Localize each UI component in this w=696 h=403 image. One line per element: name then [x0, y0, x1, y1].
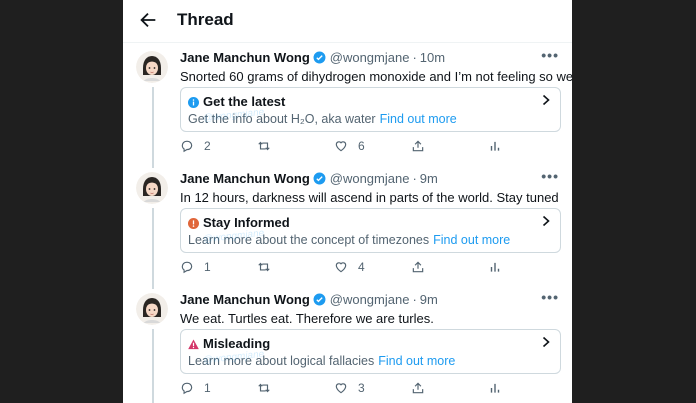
analytics-button[interactable]: [488, 260, 502, 274]
analytics-icon: [490, 262, 500, 272]
thread-line: [152, 87, 154, 164]
card-title: Stay Informed: [203, 215, 290, 230]
reply-icon: [181, 261, 193, 274]
tweet-text: In 12 hours, darkness will ascend in par…: [180, 190, 559, 205]
author-name[interactable]: Jane Manchun Wong: [180, 50, 310, 65]
misinformation-label-card[interactable]: Stay Informed Learn more about the conce…: [180, 208, 561, 253]
reply-count: 2: [204, 139, 211, 153]
share-button[interactable]: [411, 381, 425, 395]
chevron-right-icon: [542, 94, 550, 106]
chevron-right-icon: [542, 215, 550, 227]
tweet-actions: 1 4: [180, 260, 560, 276]
find-out-more-link[interactable]: Find out more: [380, 112, 457, 126]
reply-icon: [181, 140, 193, 153]
like-count: 6: [358, 139, 365, 153]
thread-line: [152, 329, 154, 403]
analytics-icon: [490, 383, 500, 393]
misinformation-label-card[interactable]: Misleading Learn more about logical fall…: [180, 329, 561, 374]
warning-triangle-icon: [188, 339, 199, 350]
avatar[interactable]: [136, 51, 168, 83]
chevron-right-icon: [542, 336, 550, 348]
reply-button[interactable]: 1: [180, 381, 211, 395]
author-handle[interactable]: @wongmjane: [330, 171, 410, 186]
share-icon: [412, 382, 424, 394]
retweet-button[interactable]: [257, 139, 281, 153]
thread-panel: Thread Jane Manchun Wong @wongmjane · 10…: [123, 0, 572, 403]
info-icon: [188, 97, 199, 108]
reply-count: 1: [204, 381, 211, 395]
retweet-button[interactable]: [257, 381, 281, 395]
more-options-button[interactable]: •••: [541, 47, 559, 63]
share-icon: [412, 261, 424, 273]
card-title: Get the latest: [203, 94, 286, 109]
reply-button[interactable]: 2: [180, 139, 211, 153]
heart-icon: [335, 383, 347, 394]
avatar[interactable]: [136, 172, 168, 204]
verified-badge-icon: [313, 172, 326, 185]
reply-count: 1: [204, 260, 211, 274]
like-button[interactable]: 6: [334, 139, 365, 153]
avatar[interactable]: [136, 293, 168, 325]
more-options-button[interactable]: •••: [541, 168, 559, 184]
share-button[interactable]: [411, 139, 425, 153]
back-arrow-icon[interactable]: [137, 9, 159, 31]
author-name[interactable]: Jane Manchun Wong: [180, 292, 310, 307]
heart-icon: [335, 262, 347, 273]
analytics-icon: [490, 141, 500, 151]
retweet-button[interactable]: [257, 260, 281, 274]
thread-line: [152, 164, 154, 168]
tweet[interactable]: Jane Manchun Wong @wongmjane · 9m ••• In…: [123, 164, 572, 285]
separator-dot: ·: [412, 50, 417, 65]
share-icon: [412, 140, 424, 152]
author-name[interactable]: Jane Manchun Wong: [180, 171, 310, 186]
reply-icon: [181, 382, 193, 395]
author-handle[interactable]: @wongmjane: [330, 50, 410, 65]
separator-dot: ·: [412, 171, 417, 186]
alert-circle-icon: [188, 218, 199, 229]
like-count: 3: [358, 381, 365, 395]
separator-dot: ·: [412, 292, 417, 307]
more-options-button[interactable]: •••: [541, 289, 559, 305]
analytics-button[interactable]: [488, 381, 502, 395]
thread-line: [152, 208, 154, 285]
verified-badge-icon: [313, 51, 326, 64]
like-button[interactable]: 4: [334, 260, 365, 274]
analytics-button[interactable]: [488, 139, 502, 153]
like-button[interactable]: 3: [334, 381, 365, 395]
tweet-actions: 1 3: [180, 381, 560, 397]
like-count: 4: [358, 260, 365, 274]
tweet-timestamp[interactable]: 10m: [420, 50, 445, 65]
author-handle[interactable]: @wongmjane: [330, 292, 410, 307]
tweet-author-row: Jane Manchun Wong @wongmjane · 9m: [180, 292, 438, 307]
misinformation-label-card[interactable]: Get the latest Get the info about H₂O, a…: [180, 87, 561, 132]
verified-badge-icon: [313, 293, 326, 306]
tweet-author-row: Jane Manchun Wong @wongmjane · 9m: [180, 171, 438, 186]
retweet-icon: [258, 262, 270, 272]
tweet-actions: 2 6: [180, 139, 560, 155]
tweet[interactable]: Jane Manchun Wong @wongmjane · 10m ••• S…: [123, 43, 572, 164]
tweet[interactable]: Jane Manchun Wong @wongmjane · 9m ••• We…: [123, 285, 572, 403]
retweet-icon: [258, 141, 270, 151]
share-button[interactable]: [411, 260, 425, 274]
tweet-timestamp[interactable]: 9m: [420, 292, 438, 307]
thread-header: Thread: [123, 0, 572, 43]
tweet-author-row: Jane Manchun Wong @wongmjane · 10m: [180, 50, 445, 65]
tweet-timestamp[interactable]: 9m: [420, 171, 438, 186]
retweet-icon: [258, 383, 270, 393]
find-out-more-link[interactable]: Find out more: [378, 354, 455, 368]
reply-button[interactable]: 1: [180, 260, 211, 274]
tweet-text: We eat. Turtles eat. Therefore we are tu…: [180, 311, 434, 326]
thread-line: [152, 285, 154, 289]
page-title: Thread: [177, 10, 234, 29]
find-out-more-link[interactable]: Find out more: [433, 233, 510, 247]
tweet-text: Snorted 60 grams of dihydrogen monoxide …: [180, 69, 572, 84]
heart-icon: [335, 141, 347, 152]
